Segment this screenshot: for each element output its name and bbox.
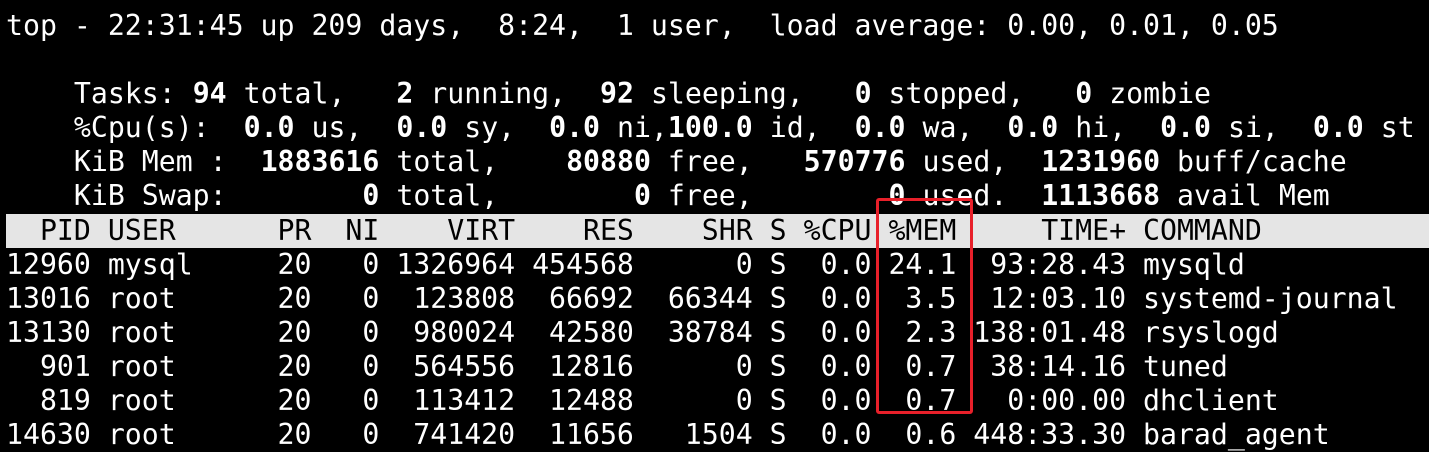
process-table-header: PID USER PR NI VIRT RES SHR S %CPU %MEM … [6,214,1429,248]
cpu-line: %Cpu(s): 0.0 us, 0.0 sy, 0.0 ni,100.0 id… [73,111,1415,144]
process-row: 14630 root 20 0 741420 11656 1504 S 0.0 … [6,418,1330,451]
memory-line: KiB Mem : 1883616 total, 80880 free, 570… [73,145,1347,178]
uptime-line: top - 22:31:45 up 209 days, 8:24, 1 user… [6,9,1279,42]
column-headers: PID USER PR NI VIRT RES SHR S %CPU %MEM … [6,214,1262,247]
process-row: 12960 mysql 20 0 1326964 454568 0 S 0.0 … [6,248,1245,281]
process-row: 13016 root 20 0 123808 66692 66344 S 0.0… [6,282,1398,315]
process-row: 819 root 20 0 113412 12488 0 S 0.0 0.7 0… [6,384,1279,417]
process-row: 13130 root 20 0 980024 42580 38784 S 0.0… [6,316,1279,349]
tasks-line: Tasks: 94 total, 2 running, 92 sleeping,… [73,77,1212,110]
process-row: 901 root 20 0 564556 12816 0 S 0.0 0.7 3… [6,350,1228,383]
swap-line: KiB Swap: 0 total, 0 free, 0 used. 11136… [73,179,1330,212]
